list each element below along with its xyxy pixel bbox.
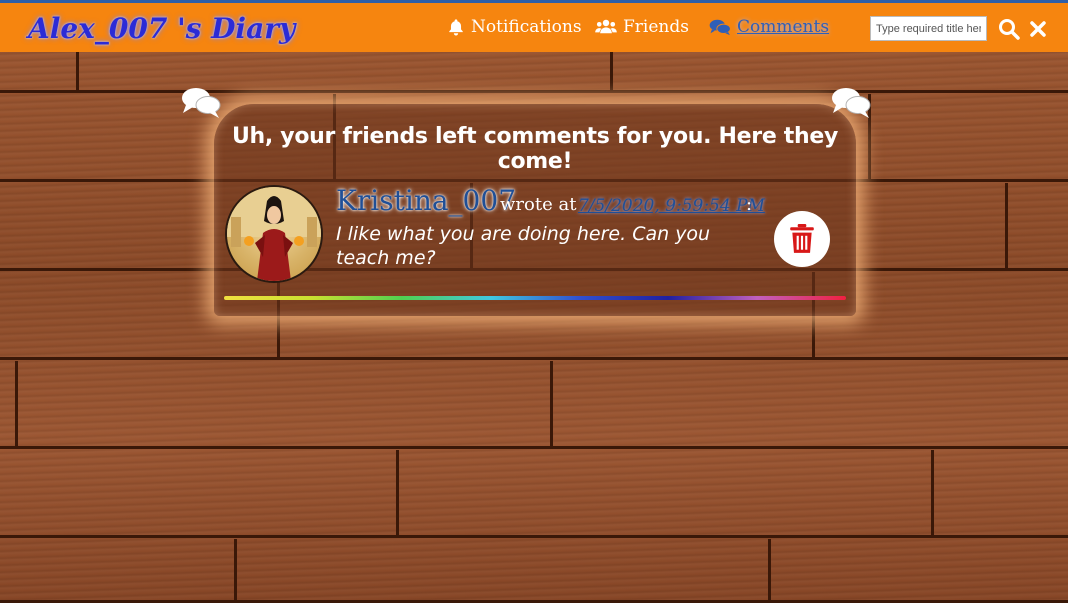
plank-seam <box>1005 183 1008 271</box>
avatar-portrait <box>227 187 321 281</box>
panel-title: Uh, your friends left comments for you. … <box>231 124 839 174</box>
plank-seam <box>15 361 18 449</box>
plank-seam <box>768 539 771 601</box>
nav-comments[interactable]: Comments <box>709 17 829 37</box>
comment-timestamp: 7/5/2020, 9:59:54 PM <box>578 196 765 216</box>
comments-icon <box>182 88 221 118</box>
plank-seam <box>550 361 553 449</box>
comment-text: I like what you are doing here. Can you … <box>336 223 711 269</box>
separator: : <box>746 194 753 215</box>
rainbow-divider <box>224 296 846 300</box>
nav-label: Comments <box>737 17 830 37</box>
plank-row <box>0 449 1068 538</box>
search-input[interactable] <box>870 16 987 41</box>
users-icon <box>595 19 617 34</box>
comments-icon <box>832 88 871 118</box>
avatar[interactable] <box>225 185 323 283</box>
comments-icon <box>709 19 731 36</box>
plank-seam <box>396 450 399 538</box>
close-icon[interactable] <box>1027 18 1049 40</box>
plank-row <box>0 538 1068 603</box>
top-navbar: Alex_007 's Diary Notifications Friends … <box>0 0 1068 52</box>
plank-seam <box>610 52 613 92</box>
search-icon[interactable] <box>998 18 1020 40</box>
plank-seam <box>234 539 237 601</box>
nav-label: Notifications <box>471 17 582 37</box>
plank-row <box>0 52 1068 93</box>
comments-panel: Uh, your friends left comments for you. … <box>214 104 856 316</box>
nav-notifications[interactable]: Notifications <box>447 17 582 37</box>
comment-author[interactable]: Kristina_007 <box>336 184 516 217</box>
plank-seam <box>931 450 934 538</box>
brand-title[interactable]: Alex_007 's Diary <box>28 12 295 45</box>
comment-item: Kristina_007 wrote at 7/5/2020, 9:59:54 … <box>214 182 856 302</box>
trash-icon <box>790 224 814 253</box>
plank-row <box>0 360 1068 449</box>
plank-seam <box>76 52 79 92</box>
nav-friends[interactable]: Friends <box>595 17 689 37</box>
nav-label: Friends <box>623 17 689 37</box>
delete-comment-button[interactable] <box>774 211 830 267</box>
wrote-label: wrote at <box>500 194 577 215</box>
bell-icon <box>449 19 463 36</box>
